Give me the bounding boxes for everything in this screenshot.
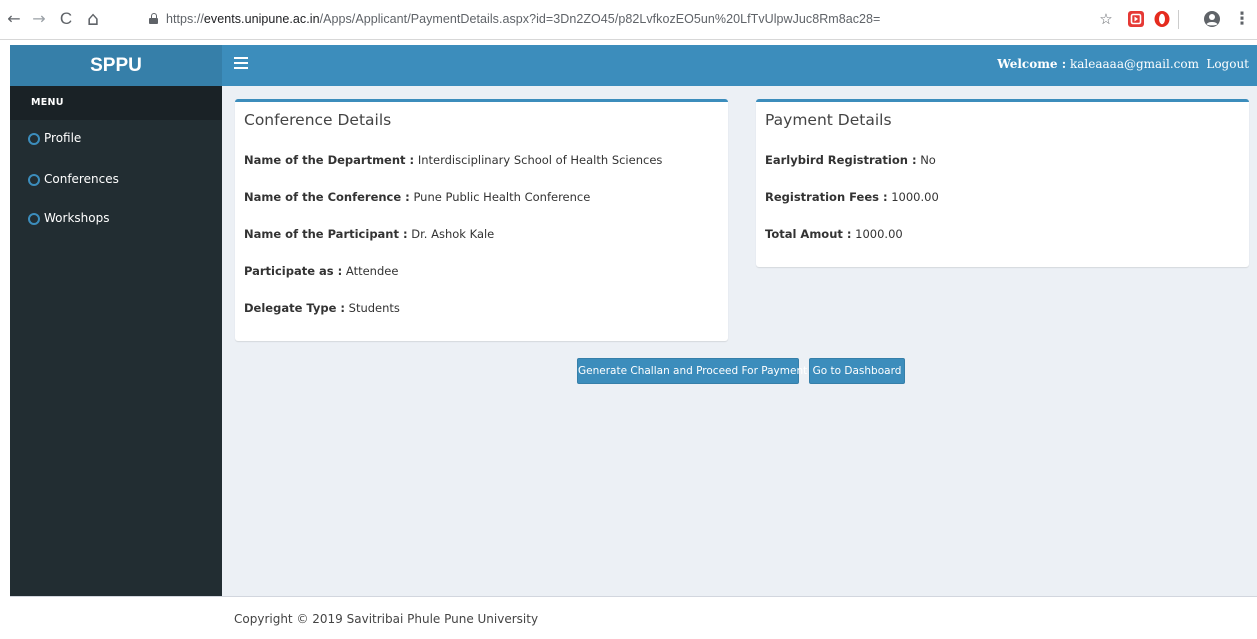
detail-value: Attendee [345, 264, 399, 278]
circle-icon [28, 174, 40, 186]
sidebar-toggle-icon[interactable] [234, 57, 248, 70]
forward-icon[interactable]: → [29, 9, 49, 29]
detail-value: No [920, 153, 936, 167]
go-to-dashboard-button[interactable]: Go to Dashboard [809, 358, 905, 384]
sidebar: MENU Profile Conferences Workshops [10, 86, 222, 596]
payment-details-box: Payment Details Earlybird Registration :… [756, 99, 1249, 267]
circle-icon [28, 213, 40, 225]
main-content: Conference Details Name of the Departmen… [222, 86, 1257, 596]
copyright-text: Copyright © 2019 Savitribai Phule Pune U… [234, 612, 539, 626]
detail-value: Pune Public Health Conference [413, 190, 591, 204]
account-icon[interactable] [1203, 10, 1221, 28]
sidebar-item-conferences[interactable]: Conferences [10, 169, 222, 193]
detail-label: Total Amout : [765, 227, 852, 241]
menu-header: MENU [10, 86, 222, 120]
detail-value: Students [348, 301, 400, 315]
detail-label: Earlybird Registration : [765, 153, 917, 167]
payment-row-fees: Registration Fees : 1000.00 [765, 190, 939, 204]
extension-icon[interactable] [1127, 10, 1145, 28]
user-email: kaleaaaa@gmail.com [1069, 57, 1199, 71]
url-scheme: https:// [166, 12, 204, 26]
welcome-text: Welcome : kaleaaaa@gmail.com [997, 57, 1199, 71]
detail-value: Dr. Ashok Kale [411, 227, 495, 241]
opera-icon[interactable] [1153, 10, 1171, 28]
sidebar-item-label: Profile [44, 131, 82, 145]
detail-value: 1000.00 [891, 190, 939, 204]
sidebar-item-workshops[interactable]: Workshops [10, 208, 222, 232]
detail-label: Participate as : [244, 264, 343, 278]
sidebar-item-profile[interactable]: Profile [10, 128, 222, 152]
sidebar-item-label: Conferences [44, 172, 119, 186]
url-host: events.unipune.ac.in [203, 12, 320, 26]
brand-logo[interactable]: SPPU [10, 45, 222, 86]
box-title: Payment Details [765, 111, 892, 129]
footer: Copyright © 2019 Savitribai Phule Pune U… [10, 596, 1257, 639]
app-header: SPPU Welcome : kaleaaaa@gmail.com Logout [10, 45, 1257, 86]
toolbar-divider [1178, 10, 1179, 29]
detail-value: Interdisciplinary School of Health Scien… [417, 153, 663, 167]
detail-row-department: Name of the Department : Interdisciplina… [244, 153, 662, 167]
detail-label: Name of the Conference : [244, 190, 410, 204]
logout-link[interactable]: Logout [1206, 57, 1249, 71]
detail-label: Name of the Participant : [244, 227, 408, 241]
address-bar[interactable]: https://events.unipune.ac.in/Apps/Applic… [166, 12, 880, 26]
detail-label: Registration Fees : [765, 190, 888, 204]
sidebar-item-label: Workshops [44, 211, 110, 225]
window-edge [0, 40, 10, 639]
bookmark-star-icon[interactable]: ☆ [1096, 9, 1116, 29]
browser-menu-icon[interactable]: ⋮ [1232, 9, 1252, 29]
generate-challan-button[interactable]: Generate Challan and Proceed For Payment [577, 358, 807, 384]
detail-label: Name of the Department : [244, 153, 415, 167]
welcome-label: Welcome : [997, 57, 1067, 71]
detail-label: Delegate Type : [244, 301, 345, 315]
circle-icon [28, 133, 40, 145]
detail-row-participant: Name of the Participant : Dr. Ashok Kale [244, 227, 494, 241]
detail-value: 1000.00 [855, 227, 903, 241]
back-icon[interactable]: ← [4, 9, 24, 29]
url-path: /Apps/Applicant/PaymentDetails.aspx?id=3… [319, 12, 881, 26]
browser-toolbar: ← → C ⌂ https://events.unipune.ac.in/App… [0, 0, 1257, 40]
box-title: Conference Details [244, 111, 392, 129]
reload-icon[interactable]: C [56, 9, 76, 29]
home-icon[interactable]: ⌂ [83, 9, 103, 29]
detail-row-conference: Name of the Conference : Pune Public Hea… [244, 190, 590, 204]
payment-row-earlybird: Earlybird Registration : No [765, 153, 936, 167]
payment-row-total: Total Amout : 1000.00 [765, 227, 903, 241]
lock-icon [149, 13, 158, 24]
detail-row-delegate-type: Delegate Type : Students [244, 301, 400, 315]
detail-row-participate-as: Participate as : Attendee [244, 264, 398, 278]
conference-details-box: Conference Details Name of the Departmen… [235, 99, 728, 341]
